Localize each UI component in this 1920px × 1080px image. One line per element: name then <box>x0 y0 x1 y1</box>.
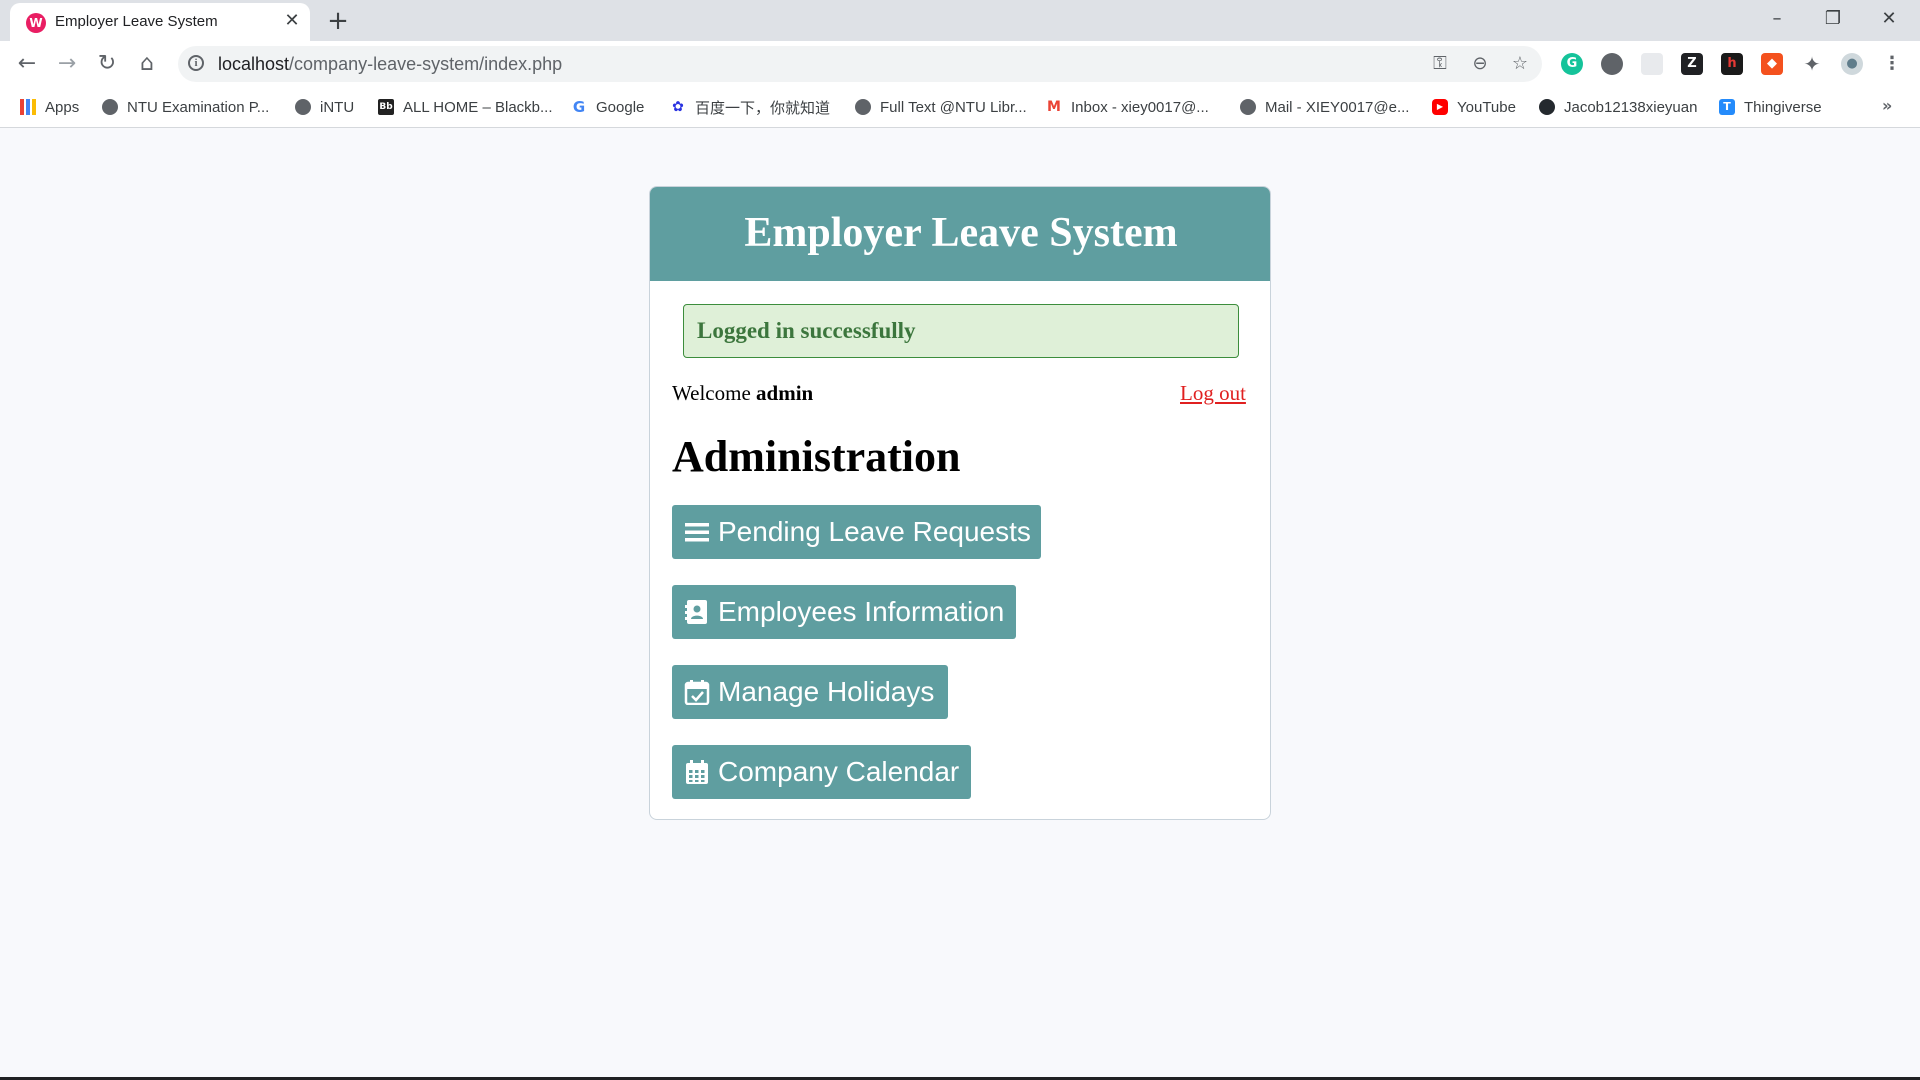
bookmark-label: YouTube <box>1457 98 1516 116</box>
admin-card: Employer Leave System Logged in successf… <box>649 186 1271 820</box>
bookmark-outlook-mail[interactable]: Mail - XIEY0017@e... <box>1240 96 1409 118</box>
extension-circle-icon[interactable] <box>1601 53 1623 75</box>
window-close-icon[interactable]: ✕ <box>1866 4 1912 34</box>
bookmark-google[interactable]: G Google <box>571 96 645 118</box>
url-path: /company-leave-system/index.php <box>289 54 563 74</box>
logout-link[interactable]: Log out <box>1180 381 1246 406</box>
alert-message: Logged in successfully <box>697 318 916 343</box>
bookmark-label: NTU Examination P... <box>127 98 270 116</box>
bookmark-ntu-exam[interactable]: NTU Examination P... <box>102 96 269 118</box>
bookmark-star-icon[interactable]: ☆ <box>1508 52 1532 76</box>
bookmark-label: Mail - XIEY0017@e... <box>1265 98 1410 116</box>
bookmark-baidu[interactable]: ✿ 百度一下，你就知道 <box>670 96 830 118</box>
minimize-icon[interactable]: – <box>1754 4 1800 34</box>
github-icon <box>1539 99 1555 115</box>
globe-icon <box>855 99 871 115</box>
url-host: localhost <box>218 54 290 74</box>
tab-title: Employer Leave System <box>55 13 218 30</box>
new-tab-icon[interactable]: + <box>325 8 351 34</box>
welcome-text: Welcome admin <box>672 381 813 406</box>
bookmark-intu[interactable]: iNTU <box>295 96 354 118</box>
bookmark-label: Google <box>596 98 645 116</box>
reload-icon[interactable]: ↻ <box>92 49 122 79</box>
list-icon <box>685 523 709 542</box>
company-calendar-button[interactable]: Company Calendar <box>672 745 971 799</box>
bookmarks-bar: Apps NTU Examination P... iNTU Bb ALL HO… <box>0 87 1920 128</box>
thingiverse-icon: T <box>1719 99 1735 115</box>
grammarly-icon[interactable]: G <box>1561 53 1583 75</box>
tab-strip: W Employer Leave System ✕ + – ❐ ✕ <box>0 0 1920 41</box>
url-text[interactable]: localhost/company-leave-system/index.php <box>218 54 562 75</box>
button-label: Manage Holidays <box>718 676 935 707</box>
profile-avatar[interactable]: ● <box>1841 53 1863 75</box>
key-icon[interactable]: ⚿ <box>1428 52 1452 76</box>
bookmark-label: Jacob12138xieyuan <box>1564 98 1698 116</box>
bookmark-label: ALL HOME – Blackb... <box>403 98 553 116</box>
apps-grid-icon <box>20 99 36 115</box>
address-bar[interactable]: i localhost/company-leave-system/index.p… <box>178 46 1542 82</box>
bookmark-apps[interactable]: Apps <box>20 96 79 118</box>
extension-blank-icon[interactable] <box>1641 53 1663 75</box>
restore-icon[interactable]: ❐ <box>1810 4 1856 34</box>
manage-holidays-button[interactable]: Manage Holidays <box>672 665 948 719</box>
bookmark-label: iNTU <box>320 98 355 116</box>
globe-icon <box>102 99 118 115</box>
pending-leave-requests-button[interactable]: Pending Leave Requests <box>672 505 1041 559</box>
button-label: Company Calendar <box>718 756 960 787</box>
forward-icon[interactable]: → <box>52 49 82 79</box>
welcome-prefix: Welcome <box>672 381 751 405</box>
menu-kebab-icon[interactable]: ⋮ <box>1881 53 1903 75</box>
success-alert: Logged in successfully <box>683 304 1239 358</box>
extension-red-icon[interactable]: ◆ <box>1761 53 1783 75</box>
youtube-icon: ▶ <box>1432 99 1448 115</box>
site-info-icon[interactable]: i <box>188 55 204 71</box>
bookmark-blackboard[interactable]: Bb ALL HOME – Blackb... <box>378 96 553 118</box>
card-header: Employer Leave System <box>650 187 1270 281</box>
contact-card-icon <box>685 600 707 624</box>
bookmark-label: 百度一下，你就知道 <box>695 99 831 117</box>
home-icon[interactable]: ⌂ <box>132 49 162 79</box>
extension-h-icon[interactable]: h <box>1721 53 1743 75</box>
globe-icon <box>1240 99 1256 115</box>
button-label: Employees Information <box>718 596 1005 627</box>
browser-toolbar: ← → ↻ ⌂ i localhost/company-leave-system… <box>0 41 1920 87</box>
wamp-favicon-icon: W <box>26 13 46 33</box>
button-label: Pending Leave Requests <box>718 516 1031 547</box>
calendar-icon <box>686 760 708 784</box>
baidu-icon: ✿ <box>672 99 684 115</box>
extensions-puzzle-icon[interactable]: ✦ <box>1801 53 1823 75</box>
zotero-icon[interactable]: Z <box>1681 53 1703 75</box>
username: admin <box>756 381 814 405</box>
bookmark-thingiverse[interactable]: T Thingiverse <box>1719 96 1822 118</box>
blackboard-icon: Bb <box>378 99 394 115</box>
bookmark-gmail[interactable]: M Inbox - xiey0017@... <box>1046 96 1209 118</box>
section-title: Administration <box>672 432 961 481</box>
gmail-icon: M <box>1047 99 1061 115</box>
bookmark-label: Thingiverse <box>1744 98 1822 116</box>
globe-icon <box>295 99 311 115</box>
bookmark-label: Full Text @NTU Libr... <box>880 98 1027 116</box>
back-icon[interactable]: ← <box>12 49 42 79</box>
bookmarks-overflow-icon[interactable]: » <box>1882 96 1892 115</box>
bookmark-label: Apps <box>45 98 80 116</box>
page-title: Employer Leave System <box>744 210 1178 256</box>
close-tab-icon[interactable]: ✕ <box>280 9 304 33</box>
bookmark-label: Inbox - xiey0017@... <box>1071 98 1209 116</box>
calendar-check-icon <box>684 680 710 705</box>
employees-information-button[interactable]: Employees Information <box>672 585 1016 639</box>
bookmark-youtube[interactable]: ▶ YouTube <box>1432 96 1516 118</box>
bookmark-github[interactable]: Jacob12138xieyuan <box>1539 96 1697 118</box>
bookmark-ntu-library[interactable]: Full Text @NTU Libr... <box>855 96 1027 118</box>
google-icon: G <box>572 98 586 116</box>
zoom-icon[interactable]: ⊖ <box>1468 52 1492 76</box>
browser-tab[interactable]: W Employer Leave System ✕ <box>10 3 310 41</box>
